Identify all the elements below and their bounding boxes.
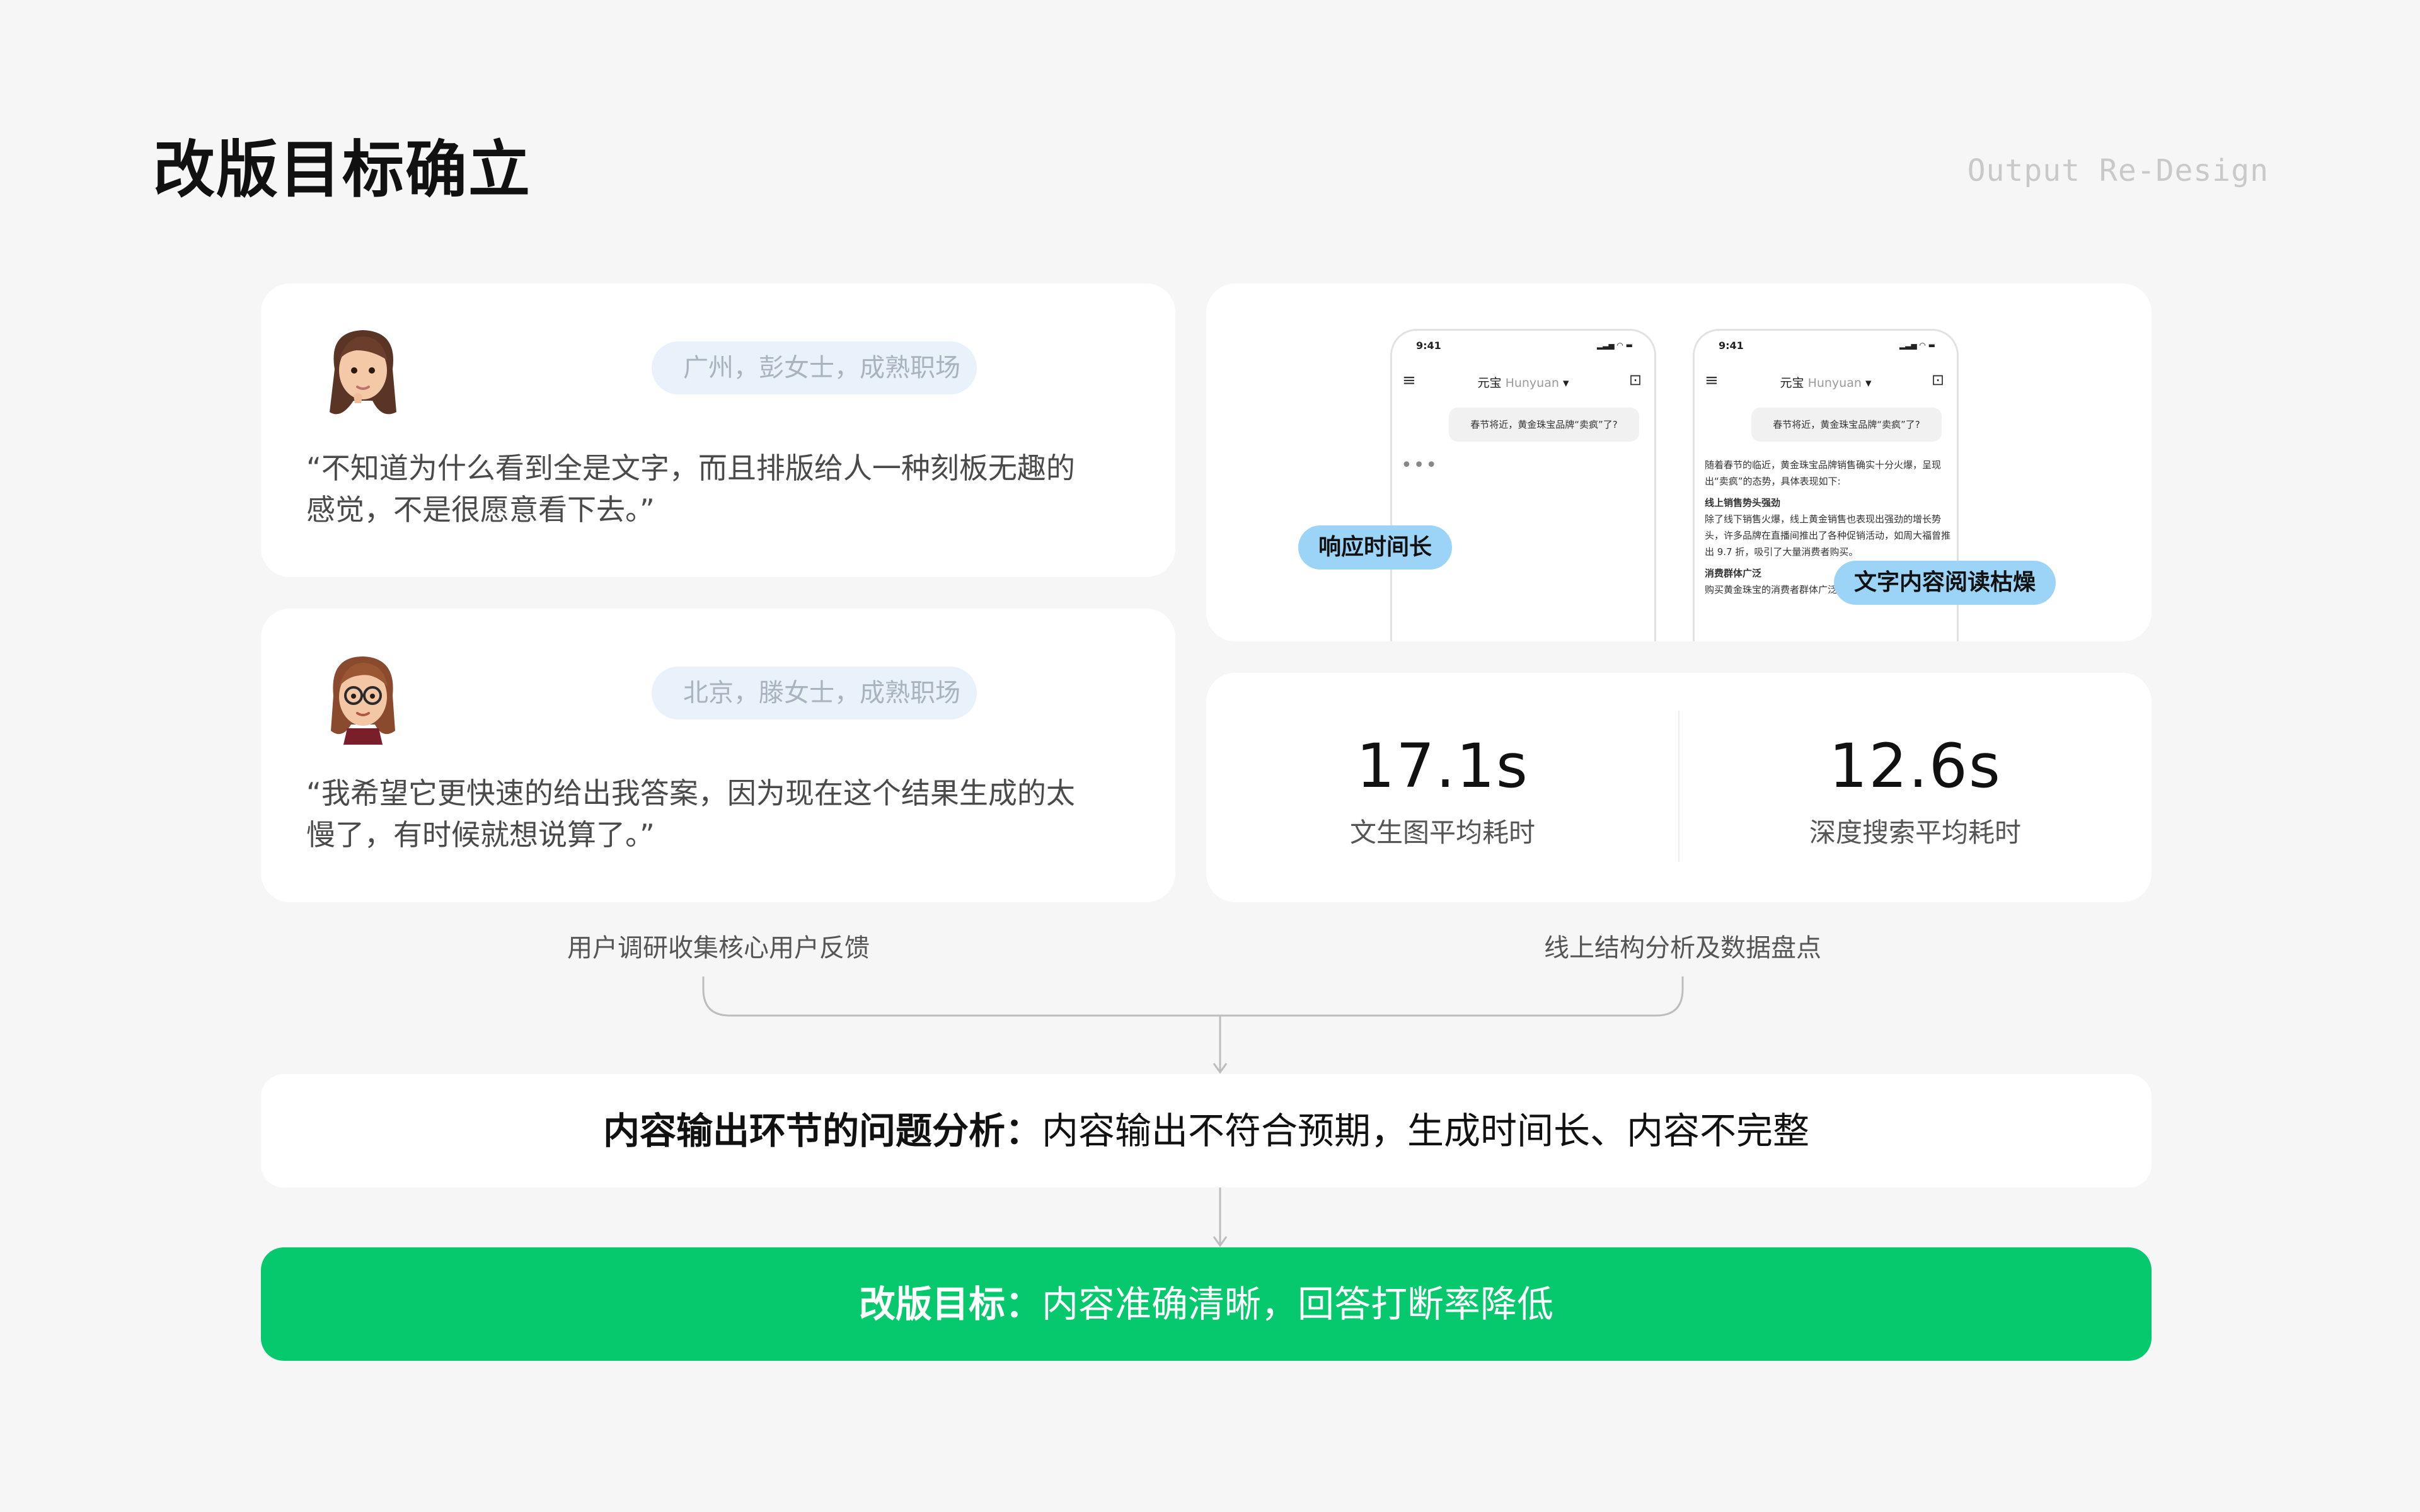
goal-label: 改版目标： [858,1283,1042,1326]
redesign-goal-bar: 改版目标：内容准确清晰，回答打断率降低 [261,1247,2152,1361]
bracket-line [702,976,1684,1017]
redesign-goal-text: 改版目标：内容准确清晰，回答打断率降低 [261,1247,2152,1361]
problem-analysis-text: 内容输出环节的问题分析：内容输出不符合预期，生成时间长、内容不完整 [261,1074,2152,1188]
analysis-label: 内容输出环节的问题分析： [602,1109,1042,1152]
analysis-content: 内容输出不符合预期，生成时间长、内容不完整 [1042,1109,1810,1152]
problem-analysis-bar: 内容输出环节的问题分析：内容输出不符合预期，生成时间长、内容不完整 [261,1074,2152,1188]
goal-content: 内容准确清晰，回答打断率降低 [1042,1283,1554,1326]
